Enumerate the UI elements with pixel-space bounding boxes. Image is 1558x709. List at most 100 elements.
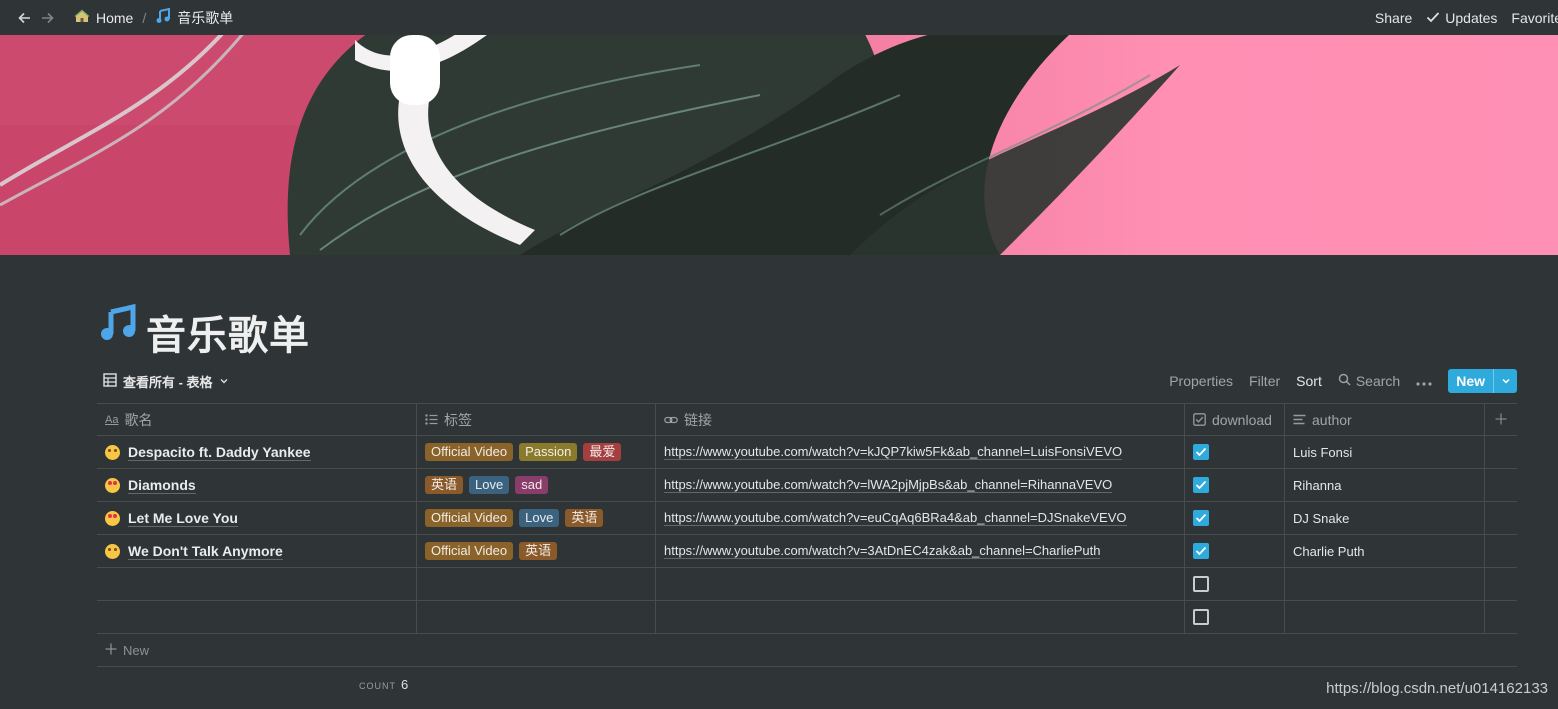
link-icon <box>664 415 678 425</box>
share-button[interactable]: Share <box>1375 10 1412 26</box>
more-options-icon[interactable] <box>1416 373 1432 389</box>
search-button[interactable]: Search <box>1338 373 1400 389</box>
download-cell[interactable] <box>1185 601 1285 633</box>
back-arrow-icon[interactable] <box>14 7 36 29</box>
url-link[interactable]: https://www.youtube.com/watch?v=kJQP7kiw… <box>664 444 1123 460</box>
download-checkbox[interactable] <box>1193 510 1209 526</box>
column-header-label: download <box>1212 411 1272 428</box>
column-header-label: author <box>1312 411 1352 428</box>
author-cell[interactable]: Rihanna <box>1285 469 1485 501</box>
view-selector[interactable]: 查看所有 - 表格 <box>97 372 229 391</box>
music-note-icon <box>155 7 171 27</box>
new-button-label: New <box>1456 373 1485 389</box>
sort-button[interactable]: Sort <box>1296 373 1322 389</box>
empty-cell <box>1485 535 1517 567</box>
table-row[interactable]: Despacito ft. Daddy Yankee Official Vide… <box>97 436 1517 469</box>
author-cell[interactable] <box>1285 568 1485 600</box>
properties-button[interactable]: Properties <box>1169 373 1233 389</box>
song-title[interactable]: Despacito ft. Daddy Yankee <box>128 444 311 461</box>
column-header-download[interactable]: download <box>1185 404 1285 435</box>
name-cell[interactable]: Let Me Love You <box>97 502 417 534</box>
view-bar: 查看所有 - 表格 Properties Filter Sort Search … <box>97 368 1517 394</box>
download-cell[interactable] <box>1185 469 1285 501</box>
forward-arrow-icon[interactable] <box>36 7 58 29</box>
link-cell[interactable] <box>656 601 1185 633</box>
url-link[interactable]: https://www.youtube.com/watch?v=euCqAq6B… <box>664 510 1127 526</box>
download-checkbox[interactable] <box>1193 576 1209 592</box>
filter-button[interactable]: Filter <box>1249 373 1280 389</box>
author-cell[interactable]: DJ Snake <box>1285 502 1485 534</box>
url-link[interactable]: https://www.youtube.com/watch?v=lWA2pjMj… <box>664 477 1113 493</box>
name-cell[interactable]: Despacito ft. Daddy Yankee <box>97 436 417 468</box>
song-title[interactable]: Diamonds <box>128 477 196 494</box>
download-cell[interactable] <box>1185 502 1285 534</box>
count-value: 6 <box>401 677 409 692</box>
column-header-name[interactable]: Aa 歌名 <box>97 404 417 435</box>
table-row[interactable]: Diamonds 英语 Love sad https://www.youtube… <box>97 469 1517 502</box>
tags-cell[interactable]: Official Video 英语 <box>417 535 656 567</box>
chevron-down-icon[interactable] <box>1493 369 1517 393</box>
house-icon <box>74 9 90 26</box>
tag: 英语 <box>565 509 604 527</box>
updates-button[interactable]: Updates <box>1426 10 1497 26</box>
add-column-button[interactable] <box>1485 404 1517 435</box>
table-row[interactable] <box>97 601 1517 634</box>
download-cell[interactable] <box>1185 436 1285 468</box>
top-bar: Home / 音乐歌单 Share Updates Favorite <box>0 0 1558 35</box>
song-title[interactable]: Let Me Love You <box>128 510 238 527</box>
author-cell[interactable]: Charlie Puth <box>1285 535 1485 567</box>
link-cell[interactable]: https://www.youtube.com/watch?v=lWA2pjMj… <box>656 469 1185 501</box>
tag: 最爱 <box>583 443 622 461</box>
name-cell[interactable] <box>97 568 417 600</box>
download-checkbox[interactable] <box>1193 477 1209 493</box>
breadcrumb-home[interactable]: Home <box>74 9 133 26</box>
tags-cell[interactable]: Official Video Passion 最爱 <box>417 436 656 468</box>
link-cell[interactable]: https://www.youtube.com/watch?v=euCqAq6B… <box>656 502 1185 534</box>
download-checkbox[interactable] <box>1193 609 1209 625</box>
download-checkbox[interactable] <box>1193 444 1209 460</box>
name-cell[interactable] <box>97 601 417 633</box>
column-header-link[interactable]: 链接 <box>656 404 1185 435</box>
tags-cell[interactable] <box>417 568 656 600</box>
download-checkbox[interactable] <box>1193 543 1209 559</box>
updates-label: Updates <box>1445 9 1498 26</box>
name-cell[interactable]: Diamonds <box>97 469 417 501</box>
page-title[interactable]: 音乐歌单 <box>146 303 310 361</box>
link-cell[interactable]: https://www.youtube.com/watch?v=3AtDnEC4… <box>656 535 1185 567</box>
url-link[interactable]: https://www.youtube.com/watch?v=3AtDnEC4… <box>664 543 1101 559</box>
column-header-label: 标签 <box>444 411 472 428</box>
row-count[interactable]: COUNT 6 <box>359 677 408 692</box>
table-row[interactable]: We Don't Talk Anymore Official Video 英语 … <box>97 535 1517 568</box>
tags-cell[interactable]: Official Video Love 英语 <box>417 502 656 534</box>
author-text: Rihanna <box>1293 477 1342 493</box>
table-row[interactable] <box>97 568 1517 601</box>
tag: Love <box>519 509 560 527</box>
new-button[interactable]: New <box>1448 369 1517 393</box>
tags-cell[interactable]: 英语 Love sad <box>417 469 656 501</box>
author-cell[interactable]: Luis Fonsi <box>1285 436 1485 468</box>
face-emoji-icon <box>105 543 120 559</box>
tag: sad <box>515 476 549 494</box>
column-header-author[interactable]: author <box>1285 404 1485 435</box>
checkbox-property-icon <box>1193 413 1206 426</box>
table-row[interactable]: Let Me Love You Official Video Love 英语 h… <box>97 502 1517 535</box>
link-cell[interactable]: https://www.youtube.com/watch?v=kJQP7kiw… <box>656 436 1185 468</box>
link-cell[interactable] <box>656 568 1185 600</box>
add-row-button[interactable]: New <box>97 634 1517 667</box>
download-cell[interactable] <box>1185 568 1285 600</box>
author-text: DJ Snake <box>1293 510 1350 526</box>
cover-image[interactable] <box>0 35 1558 255</box>
breadcrumb-page[interactable]: 音乐歌单 <box>155 7 233 28</box>
empty-cell <box>1485 502 1517 534</box>
song-title[interactable]: We Don't Talk Anymore <box>128 543 283 560</box>
favorite-button[interactable]: Favorite <box>1511 10 1558 26</box>
name-cell[interactable]: We Don't Talk Anymore <box>97 535 417 567</box>
column-header-tags[interactable]: 标签 <box>417 404 656 435</box>
tags-cell[interactable] <box>417 601 656 633</box>
view-name-label: 查看所有 - 表格 <box>123 374 213 390</box>
table-header: Aa 歌名 标签 链接 download author <box>97 403 1517 436</box>
download-cell[interactable] <box>1185 535 1285 567</box>
page-music-icon[interactable] <box>98 302 138 347</box>
author-cell[interactable] <box>1285 601 1485 633</box>
empty-cell <box>1485 568 1517 600</box>
